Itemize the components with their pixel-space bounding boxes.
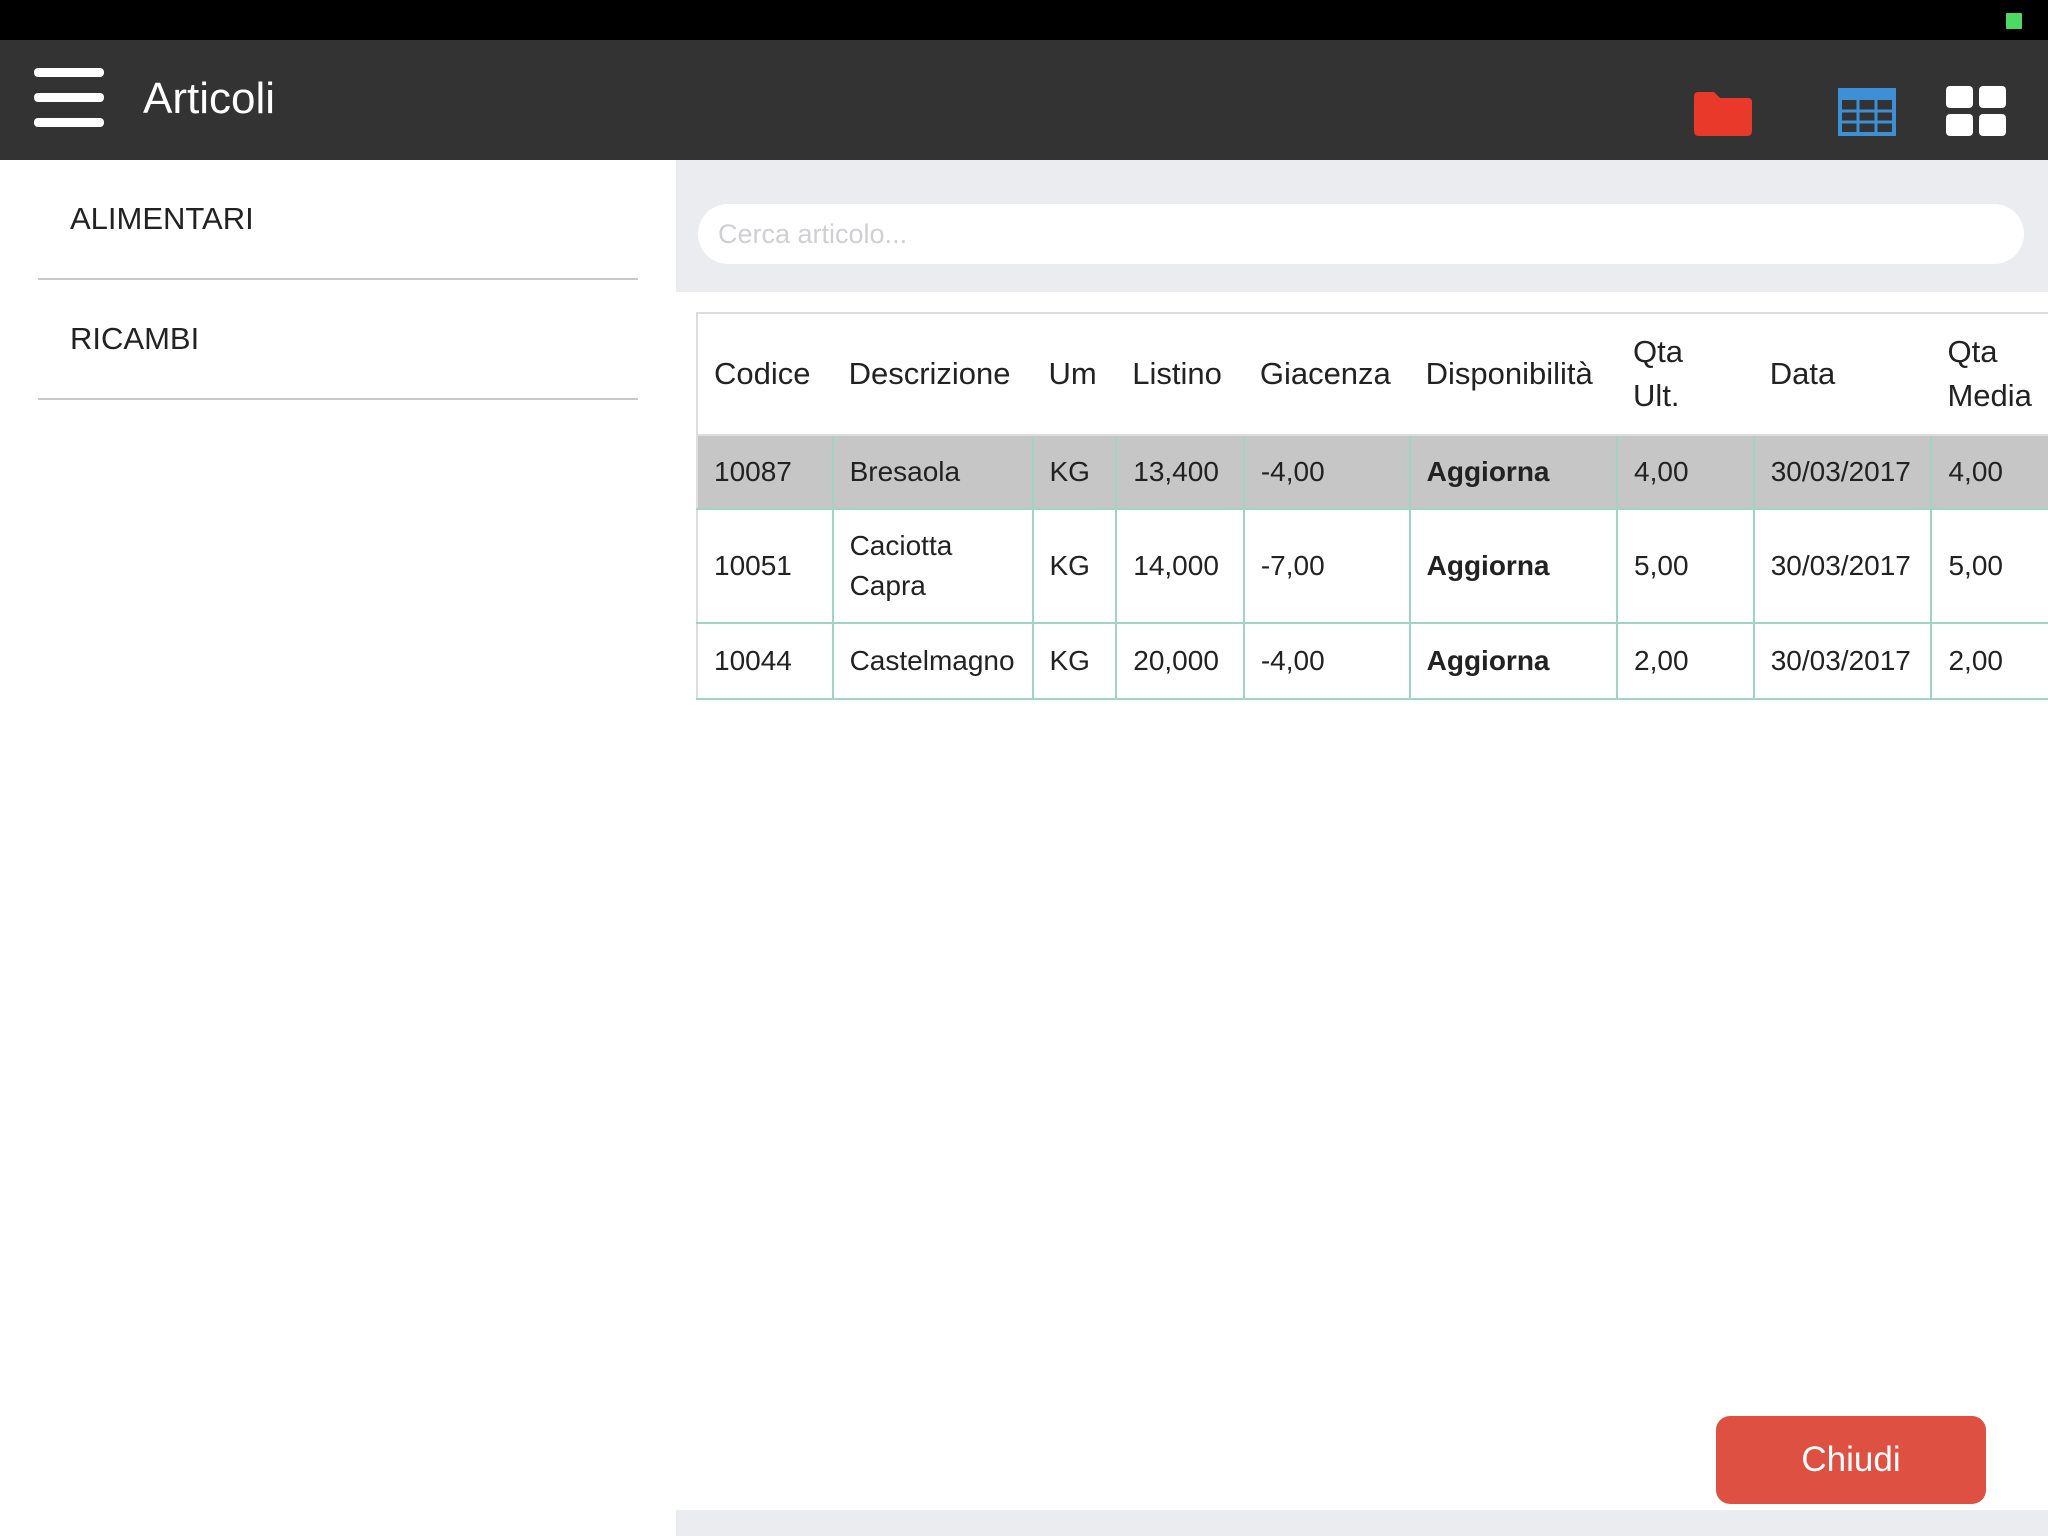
column-header-codice[interactable]: Codice — [696, 312, 833, 436]
articles-table: Codice Descrizione Um Listino Giacenza D… — [696, 312, 2048, 700]
table-row[interactable]: 10051 Caciotta Capra KG 14,000 -7,00 Aggi… — [696, 509, 2048, 624]
bottom-strip — [676, 1510, 2048, 1536]
aggiorna-link[interactable]: Aggiorna — [1408, 623, 1618, 700]
hamburger-menu-icon[interactable] — [34, 68, 104, 128]
cell-um: KG — [1031, 623, 1117, 700]
cell-qta-media: 2,00 — [1930, 623, 2048, 700]
sidebar-item-label: ALIMENTARI — [70, 201, 254, 236]
sidebar-item-alimentari[interactable]: ALIMENTARI — [38, 160, 638, 280]
page-title: Articoli — [143, 74, 276, 123]
search-area — [676, 160, 2048, 292]
cell-qta-ult: 2,00 — [1616, 623, 1754, 700]
cell-giacenza: -4,00 — [1242, 623, 1410, 700]
cell-codice: 10044 — [696, 623, 833, 700]
column-header-um[interactable]: Um — [1032, 312, 1117, 436]
cell-qta-ult: 5,00 — [1616, 509, 1754, 624]
cell-data: 30/03/2017 — [1752, 435, 1932, 510]
search-input[interactable] — [698, 204, 2024, 264]
column-header-giacenza[interactable]: Giacenza — [1243, 312, 1410, 436]
cell-codice: 10051 — [696, 509, 833, 624]
folder-icon[interactable] — [1694, 88, 1752, 136]
cell-descrizione: Caciotta Capra — [831, 509, 1033, 624]
cell-qta-ult: 4,00 — [1616, 435, 1754, 510]
cell-codice: 10087 — [696, 435, 833, 510]
column-header-disponibilita[interactable]: Disponibilità — [1409, 312, 1618, 436]
column-header-descrizione[interactable]: Descrizione — [832, 312, 1033, 436]
cell-descrizione: Bresaola — [831, 435, 1033, 510]
sidebar-item-ricambi[interactable]: RICAMBI — [38, 280, 638, 400]
cell-descrizione: Castelmagno — [831, 623, 1033, 700]
aggiorna-link[interactable]: Aggiorna — [1408, 509, 1618, 624]
cell-um: KG — [1031, 509, 1117, 624]
cell-giacenza: -4,00 — [1242, 435, 1410, 510]
battery-indicator-icon — [2006, 13, 2022, 29]
column-header-listino[interactable]: Listino — [1116, 312, 1244, 436]
cell-giacenza: -7,00 — [1242, 509, 1410, 624]
table-view-icon[interactable] — [1838, 88, 1896, 136]
cell-data: 30/03/2017 — [1752, 509, 1932, 624]
sidebar-item-label: RICAMBI — [70, 321, 200, 356]
column-header-qta-media[interactable]: Qta Media — [1931, 312, 2048, 436]
app-header: Articoli — [0, 40, 2048, 160]
cell-qta-media: 5,00 — [1930, 509, 2048, 624]
cell-qta-media: 4,00 — [1930, 435, 2048, 510]
cell-listino: 20,000 — [1115, 623, 1244, 700]
table-row[interactable]: 10044 Castelmagno KG 20,000 -4,00 Aggior… — [696, 623, 2048, 700]
table-header-row: Codice Descrizione Um Listino Giacenza D… — [696, 312, 2048, 436]
column-header-data[interactable]: Data — [1753, 312, 1932, 436]
aggiorna-link[interactable]: Aggiorna — [1408, 435, 1618, 510]
cell-um: KG — [1031, 435, 1117, 510]
cell-listino: 14,000 — [1115, 509, 1244, 624]
cell-listino: 13,400 — [1115, 435, 1244, 510]
column-header-qta-ult[interactable]: Qta Ult. — [1617, 312, 1754, 436]
table-row[interactable]: 10087 Bresaola KG 13,400 -4,00 Aggiorna … — [696, 435, 2048, 510]
cell-data: 30/03/2017 — [1752, 623, 1932, 700]
category-sidebar: ALIMENTARI RICAMBI — [0, 160, 676, 1536]
grid-view-icon[interactable] — [1946, 86, 2006, 136]
status-bar — [0, 0, 2048, 40]
close-button[interactable]: Chiudi — [1716, 1416, 1986, 1504]
main-content: Codice Descrizione Um Listino Giacenza D… — [676, 160, 2048, 1536]
